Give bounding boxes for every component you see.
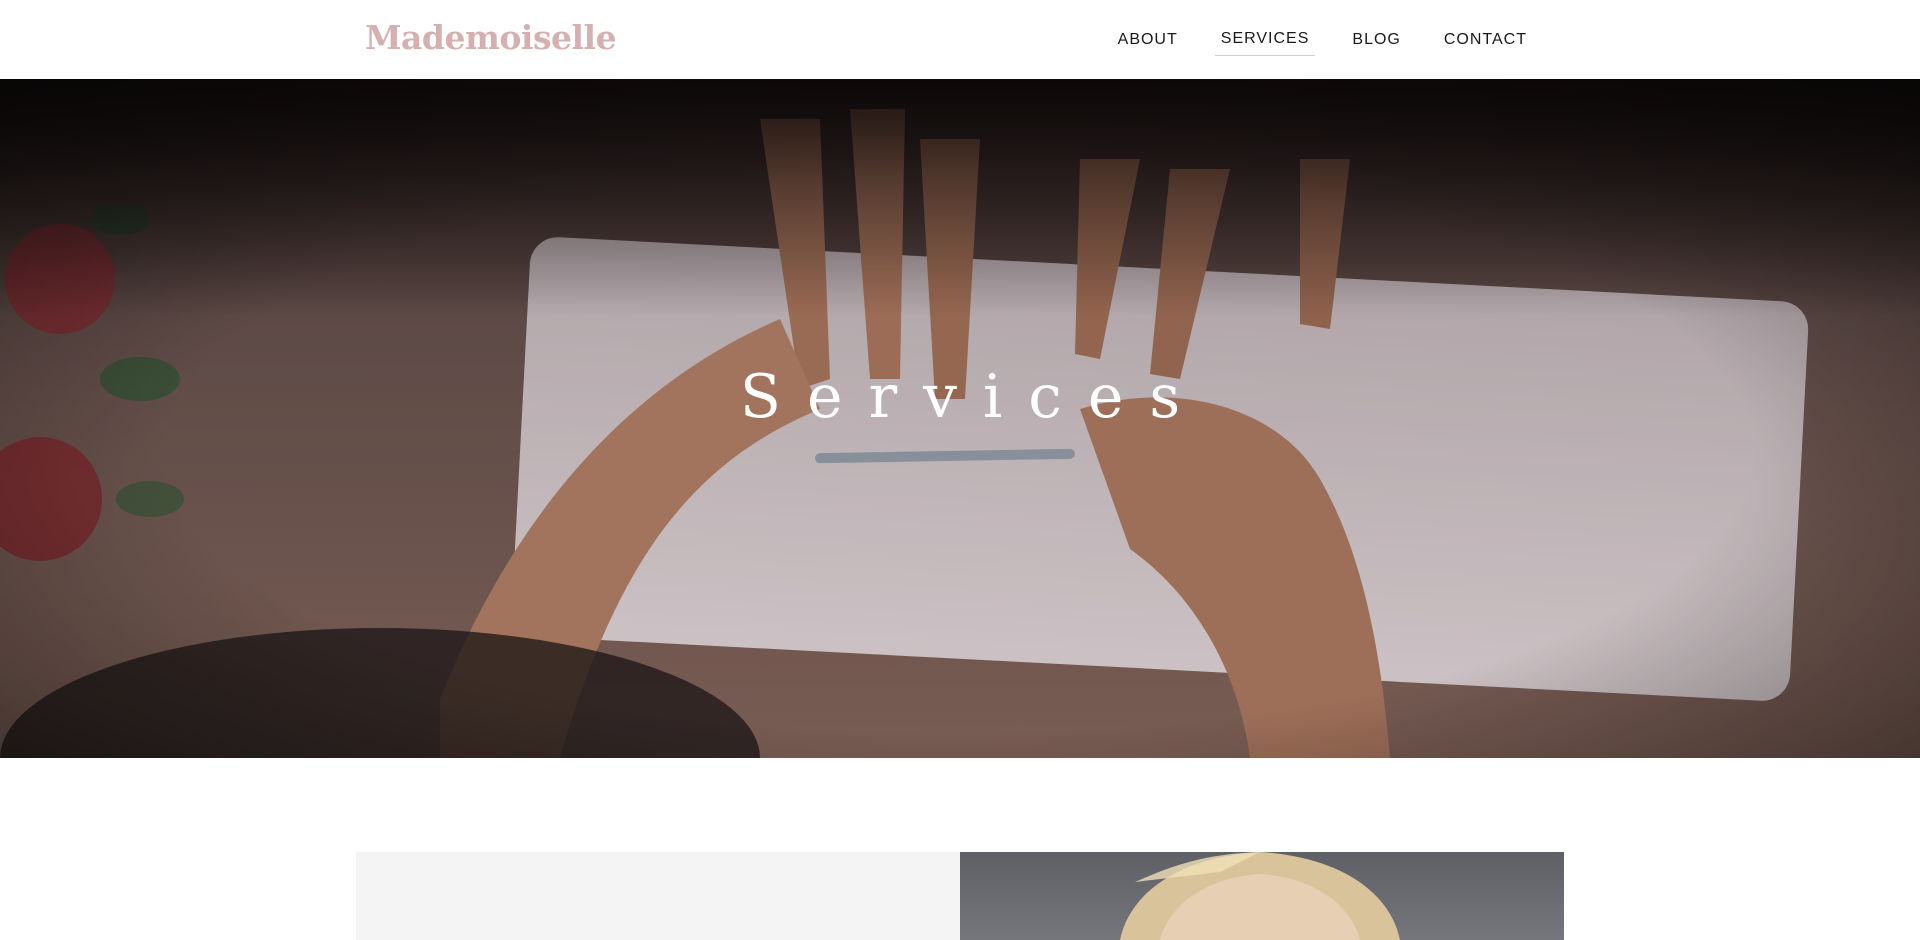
nav-item-about[interactable]: ABOUT — [1112, 27, 1184, 56]
hero-title: Services — [739, 362, 1207, 432]
main-nav: ABOUT SERVICES BLOG CONTACT — [1081, 26, 1533, 56]
hero-banner: Services — [0, 79, 1920, 758]
nav-item-blog[interactable]: BLOG — [1346, 27, 1406, 56]
service-photo — [960, 852, 1564, 940]
service-feature-section — [356, 852, 1564, 940]
nav-item-contact[interactable]: CONTACT — [1438, 27, 1533, 56]
site-logo[interactable]: Mademoiselle — [365, 18, 617, 57]
site-header: Mademoiselle ABOUT SERVICES BLOG CONTACT — [0, 0, 1920, 79]
portrait-image — [1120, 852, 1400, 940]
nav-item-services[interactable]: SERVICES — [1214, 26, 1316, 56]
service-text-panel — [356, 852, 960, 940]
